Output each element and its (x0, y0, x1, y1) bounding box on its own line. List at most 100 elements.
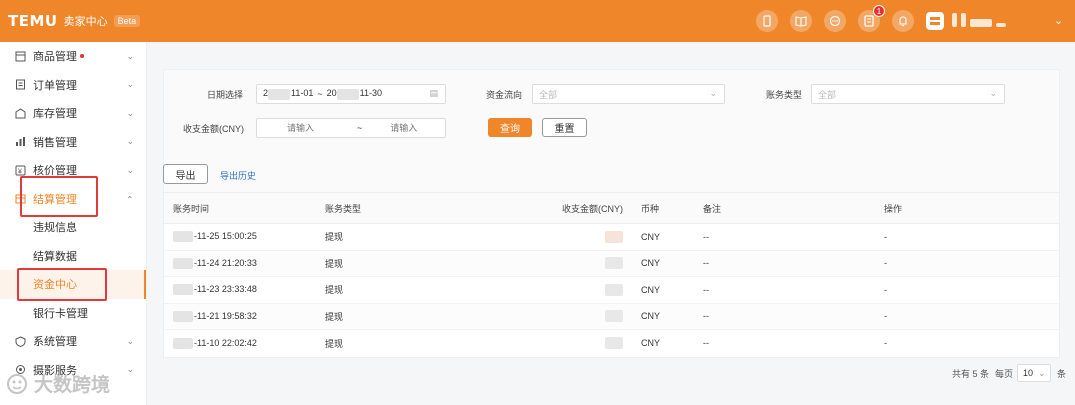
cell-type: 提现 (325, 285, 344, 296)
cell-amount (459, 310, 631, 323)
chevron-down-icon[interactable]: ⌄ (1054, 14, 1063, 27)
sidebar: 商品管理 ⌄ 订单管理 ⌄ 库存管理 ⌄ 销售管理 ⌄ ¥ 核价管理 ⌄ 结算管… (0, 42, 147, 405)
cell-action: - (884, 311, 887, 322)
cell-amount (459, 283, 631, 296)
phone-icon[interactable] (756, 10, 778, 32)
sidebar-item-sales[interactable]: 销售管理 ⌄ (0, 128, 146, 157)
amount-min-input[interactable] (287, 123, 347, 133)
sidebar-item-label: 订单管理 (33, 79, 77, 92)
cell-note: -- (703, 284, 709, 295)
sidebar-item-label: 销售管理 (33, 136, 77, 149)
cell-action: - (884, 258, 887, 269)
date-start: 2 11-01 (263, 88, 314, 100)
table-header: 账务时间 账务类型 收支金额(CNY) 币种 备注 操作 (164, 193, 1059, 224)
cell-amount (459, 337, 631, 350)
cell-time: -11-24 21:20:33 (164, 258, 316, 269)
cell-note: -- (703, 258, 709, 269)
product-icon (14, 50, 26, 62)
highlight-box-settlement (20, 176, 98, 217)
per-page-label: 每页 (995, 368, 1014, 379)
cell-time: -11-21 19:58:32 (164, 311, 316, 322)
amount-range: ~ (256, 118, 451, 138)
sidebar-item-products[interactable]: 商品管理 ⌄ (0, 42, 146, 71)
col-header-note: 备注 (703, 203, 722, 214)
cell-note: -- (703, 231, 709, 242)
page-size-value: 10 (1023, 368, 1034, 378)
reset-button[interactable]: 重置 (542, 118, 587, 137)
cell-currency: CNY (641, 311, 661, 322)
header-icons: 1 (756, 5, 956, 32)
funds-table: 账务时间 账务类型 收支金额(CNY) 币种 备注 操作 -11-25 15:0… (163, 192, 1060, 358)
page-size-select[interactable]: 10 ⌄ (1017, 364, 1052, 382)
system-icon (14, 335, 26, 347)
watermark: 大数跨境 (6, 370, 110, 397)
amount-label: 收支金额(CNY) (183, 124, 244, 134)
sidebar-item-label: 库存管理 (33, 108, 77, 121)
chevron-down-icon: ⌄ (126, 335, 134, 346)
chevron-down-icon: ⌄ (126, 364, 134, 375)
watermark-text: 大数跨境 (34, 374, 111, 396)
sidebar-subitem-settlement-data[interactable]: 结算数据 (0, 242, 146, 271)
chevron-down-icon: ⌄ (989, 88, 997, 98)
sidebar-subitem-violations[interactable]: 违规信息 (0, 213, 146, 242)
pagination: 共有 5 条 每页 10 ⌄ 条 (952, 364, 1066, 382)
sidebar-item-orders[interactable]: 订单管理 ⌄ (0, 71, 146, 100)
cell-currency: CNY (641, 338, 661, 349)
search-button[interactable]: 查询 (488, 118, 532, 137)
cell-currency: CNY (641, 258, 661, 269)
date-end: 20 11-30 (326, 88, 383, 100)
flow-select-value: 全部 (539, 89, 558, 100)
cell-currency: CNY (641, 231, 661, 242)
main-content: 日期选择 2 11-01 ~ 20 11-30 ▤ 资金流向 全部 ⌄ 账务类型 全… (148, 42, 1075, 405)
chevron-down-icon: ⌄ (1038, 368, 1046, 378)
col-header-amount: 收支金额(CNY) (562, 203, 623, 214)
sidebar-subitem-bank-cards[interactable]: 银行卡管理 (0, 299, 146, 328)
date-label: 日期选择 (207, 90, 244, 100)
sidebar-item-label: 系统管理 (33, 336, 77, 349)
col-header-time: 账务时间 (173, 203, 210, 214)
book-icon[interactable] (790, 10, 812, 32)
new-dot (80, 54, 84, 59)
chevron-down-icon: ⌄ (126, 79, 134, 90)
flow-label: 资金流向 (486, 90, 523, 100)
cell-action: - (884, 338, 887, 349)
cell-type: 提现 (325, 232, 344, 243)
cell-amount (459, 257, 631, 270)
warehouse-icon (14, 107, 26, 119)
cell-time: -11-25 15:00:25 (164, 231, 316, 243)
export-button[interactable]: 导出 (163, 164, 208, 184)
svg-text:¥: ¥ (18, 168, 22, 175)
date-range-picker[interactable]: 2 11-01 ~ 20 11-30 ▤ (256, 84, 446, 104)
cell-action: - (884, 284, 887, 295)
cell-type: 提现 (325, 311, 344, 322)
store-icon[interactable] (926, 12, 944, 30)
bell-icon[interactable] (892, 10, 914, 32)
type-select[interactable]: 全部 ⌄ (811, 84, 1005, 104)
type-label: 账务类型 (766, 90, 803, 100)
sidebar-item-inventory[interactable]: 库存管理 ⌄ (0, 99, 146, 128)
flow-select[interactable]: 全部 ⌄ (532, 84, 725, 104)
col-header-action: 操作 (884, 203, 903, 214)
chevron-down-icon: ⌄ (126, 107, 134, 118)
document-icon[interactable]: 1 (858, 5, 885, 32)
export-history-link[interactable]: 导出历史 (220, 169, 256, 182)
user-name-blurred[interactable] (952, 13, 1006, 27)
date-separator: ~ (317, 89, 323, 99)
sidebar-item-system[interactable]: 系统管理 ⌄ (0, 327, 146, 356)
chevron-down-icon: ⌄ (126, 136, 134, 147)
table-row: -11-24 21:20:33 提现 CNY -- - (164, 250, 1059, 277)
seller-center-title: 卖家中心 (63, 16, 108, 28)
brand[interactable]: TEMU 卖家中心 Beta (8, 12, 141, 30)
chevron-down-icon: ⌄ (709, 88, 717, 98)
per-page-unit: 条 (1057, 368, 1067, 379)
calendar-icon: ▤ (429, 88, 438, 98)
chevron-up-icon: ⌄ (126, 194, 134, 205)
amount-max-input[interactable] (390, 123, 451, 133)
chat-icon[interactable] (824, 10, 846, 32)
price-icon: ¥ (14, 164, 26, 176)
cell-note: -- (703, 338, 709, 349)
amount-separator: ~ (357, 123, 363, 133)
cell-time: -11-23 23:33:48 (164, 284, 316, 296)
beta-badge: Beta (113, 15, 141, 27)
filter-panel: 日期选择 2 11-01 ~ 20 11-30 ▤ 资金流向 全部 ⌄ 账务类型 全… (163, 69, 1060, 194)
